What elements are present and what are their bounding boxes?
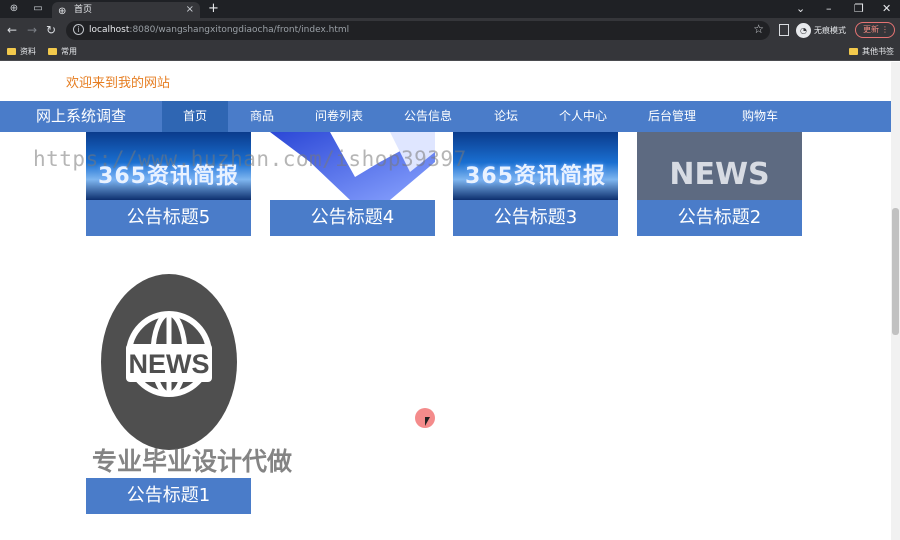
minimize-icon[interactable]: – — [826, 2, 832, 15]
new-tab-icon[interactable]: + — [208, 1, 219, 16]
nav-profile[interactable]: 个人中心 — [549, 101, 617, 132]
watermark-text: 专业毕业设计代做 — [92, 447, 293, 476]
card-title[interactable]: 公告标题4 — [270, 200, 435, 236]
news-label: NEWS — [129, 349, 210, 379]
incognito-label: 无痕模式 — [814, 26, 846, 35]
tab-search-icon[interactable]: ▭ — [32, 3, 44, 15]
nav-announcements[interactable]: 公告信息 — [394, 101, 462, 132]
page-scrollbar[interactable] — [891, 62, 900, 540]
nav-cart[interactable]: 购物车 — [728, 101, 792, 132]
folder-icon — [7, 48, 16, 55]
other-bookmarks[interactable]: 其他书签 — [849, 43, 894, 61]
nav-home[interactable]: 首页 — [162, 101, 228, 132]
card-title[interactable]: 公告标题1 — [86, 478, 251, 514]
scrollbar-thumb[interactable] — [892, 208, 899, 335]
forward-icon[interactable]: → — [27, 23, 37, 37]
incognito-icon: ◔ — [796, 23, 811, 38]
bookmarks-bar: 资料 常用 其他书签 — [0, 43, 900, 61]
bookmark-star-icon[interactable]: ☆ — [753, 22, 764, 36]
reload-icon[interactable]: ↻ — [46, 23, 56, 37]
update-button[interactable]: 更新 ⋮ — [855, 22, 895, 38]
tab-list-icon[interactable]: ⌄ — [796, 2, 805, 15]
card-image: NEWS — [637, 132, 802, 200]
announcement-card[interactable]: NEWS 公告标题2 — [637, 132, 802, 236]
tab-title: 首页 — [74, 5, 93, 15]
bookmark-folder[interactable]: 常用 — [48, 43, 77, 61]
incognito-indicator[interactable]: ◔ 无痕模式 — [796, 23, 846, 38]
browser-tab-bar: ⊕ ▭ ⊕ 首页 × + ⌄ – ❐ ✕ — [0, 0, 900, 18]
page-viewport: 欢迎来到我的网站 网上系统调查 首页 商品 问卷列表 公告信息 论坛 个人中心 … — [0, 62, 891, 540]
address-bar[interactable]: i localhost:8080/wangshangxitongdiaocha/… — [66, 21, 770, 40]
nav-surveys[interactable]: 问卷列表 — [305, 101, 373, 132]
browser-tab[interactable]: ⊕ 首页 × — [52, 2, 200, 18]
nav-admin[interactable]: 后台管理 — [638, 101, 706, 132]
site-brand[interactable]: 网上系统调查 — [36, 101, 126, 132]
bookmark-folder[interactable]: 资料 — [7, 43, 36, 61]
back-icon[interactable]: ← — [7, 23, 17, 37]
nav-products[interactable]: 商品 — [240, 101, 284, 132]
restore-icon[interactable]: ❐ — [854, 2, 864, 15]
nav-forum[interactable]: 论坛 — [484, 101, 528, 132]
side-panel-icon[interactable] — [779, 24, 789, 36]
mouse-cursor-icon — [425, 417, 430, 426]
update-label: 更新 — [863, 25, 879, 34]
main-navbar: 网上系统调查 首页 商品 问卷列表 公告信息 论坛 个人中心 后台管理 购物车 — [0, 101, 891, 132]
browser-toolbar: ← → ↻ i localhost:8080/wangshangxitongdi… — [0, 18, 900, 43]
folder-icon — [849, 48, 858, 55]
site-info-icon[interactable]: i — [73, 24, 84, 35]
close-window-icon[interactable]: ✕ — [882, 2, 891, 15]
announcement-card[interactable]: 365资讯简报 公告标题3 — [453, 132, 618, 236]
folder-icon — [48, 48, 57, 55]
more-menu-icon[interactable]: ⋮ — [881, 23, 889, 37]
welcome-text: 欢迎来到我的网站 — [66, 76, 171, 91]
card-title[interactable]: 公告标题2 — [637, 200, 802, 236]
url-text: localhost:8080/wangshangxitongdiaocha/fr… — [89, 25, 350, 35]
card-title[interactable]: 公告标题5 — [86, 200, 251, 236]
browser-menu-icon[interactable]: ⊕ — [8, 3, 20, 15]
card-image: 365资讯简报 — [453, 132, 618, 200]
watermark-url: https://www.huzhan.com/ishop39397 — [33, 147, 467, 171]
close-tab-icon[interactable]: × — [186, 2, 194, 18]
globe-news-icon: NEWS — [101, 274, 237, 450]
card-title[interactable]: 公告标题3 — [453, 200, 618, 236]
